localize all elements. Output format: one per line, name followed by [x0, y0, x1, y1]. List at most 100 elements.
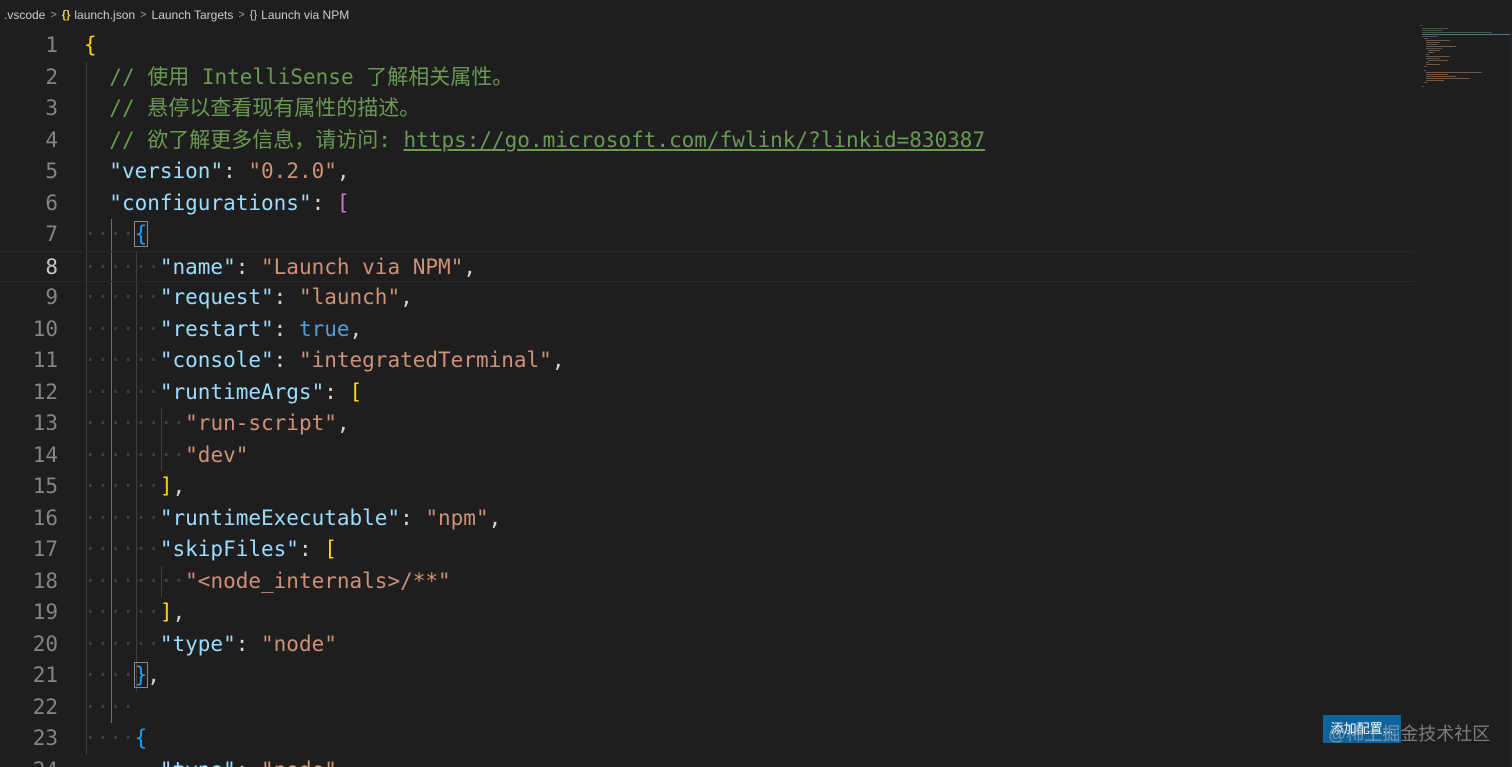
- punctuation: :: [236, 758, 261, 767]
- line-number: 15: [32, 474, 58, 498]
- code-line[interactable]: 3 // 悬停以查看现有属性的描述。: [0, 93, 1415, 125]
- code-line[interactable]: 23 ····{: [0, 723, 1415, 755]
- punctuation: :: [223, 159, 249, 183]
- code-line[interactable]: 11 ······"console": "integratedTerminal",: [0, 345, 1415, 377]
- line-number: 20: [32, 631, 58, 656]
- line-number: 14: [32, 442, 58, 467]
- code-line[interactable]: 21 ····},: [0, 660, 1415, 692]
- code-line[interactable]: 24 ······"type": "node": [0, 755, 1415, 767]
- line-number: 2: [45, 64, 58, 89]
- code-line[interactable]: 6 "configurations": [: [0, 188, 1415, 220]
- code-text: // 使用 IntelliSense 了解相关属性。: [84, 62, 513, 94]
- code-line[interactable]: 12 ······"runtimeArgs": [: [0, 377, 1415, 409]
- code-line[interactable]: 17 ······"skipFiles": [: [0, 534, 1415, 566]
- code-line[interactable]: 5 "version": "0.2.0",: [0, 156, 1415, 188]
- punctuation: ,: [336, 159, 350, 183]
- code-text: ····},: [84, 660, 160, 692]
- comment: // 使用 IntelliSense 了解相关属性。: [109, 64, 514, 89]
- code-text: ······],: [84, 597, 185, 629]
- whitespace-marker: ········: [84, 411, 186, 435]
- code-line[interactable]: 8 ······"name": "Launch via NPM",: [0, 250, 1415, 282]
- comment-link[interactable]: https://go.microsoft.com/fwlink/?linkid=…: [404, 128, 986, 152]
- code-line[interactable]: 18 ········"<node_internals>/**": [0, 566, 1415, 598]
- whitespace-marker: ······: [84, 348, 160, 372]
- json-key: "request": [159, 285, 274, 309]
- json-string: "0.2.0": [248, 159, 337, 183]
- whitespace-marker: [84, 159, 109, 183]
- minimap[interactable]: [1418, 24, 1512, 94]
- json-string: "launch": [298, 285, 401, 309]
- breadcrumb-symbol[interactable]: {} Launch via NPM: [250, 8, 349, 22]
- whitespace-marker: ······: [84, 254, 160, 279]
- whitespace-marker: ······: [84, 505, 160, 530]
- punctuation: ,: [551, 348, 565, 372]
- code-text: ····: [84, 692, 135, 724]
- code-line[interactable]: 13 ········"run-script",: [0, 408, 1415, 440]
- punctuation: :: [324, 379, 350, 404]
- json-string: "integratedTerminal": [298, 348, 552, 372]
- bracket: }: [133, 662, 149, 688]
- punctuation: :: [311, 190, 337, 215]
- minimap-line: [1426, 78, 1470, 79]
- breadcrumb-file[interactable]: {} launch.json: [62, 8, 135, 22]
- whitespace-marker: ······: [84, 474, 160, 498]
- code-text: ····{: [84, 723, 147, 755]
- code-line[interactable]: 4 // 欲了解更多信息，请访问: https://go.microsoft.c…: [0, 125, 1415, 157]
- line-number: 9: [45, 285, 58, 309]
- code-line[interactable]: 20 ······"type": "node": [0, 629, 1415, 661]
- whitespace-marker: ······: [84, 379, 160, 404]
- code-text: ······"type": "node": [84, 755, 337, 767]
- breadcrumb-folder[interactable]: .vscode: [4, 8, 45, 22]
- whitespace-marker: ····: [84, 222, 135, 246]
- code-line[interactable]: 1{: [0, 30, 1415, 62]
- minimap-line: [1424, 38, 1428, 39]
- bracket: [: [336, 190, 350, 215]
- code-text: ······"skipFiles": [: [84, 534, 337, 566]
- punctuation: ,: [172, 474, 186, 498]
- minimap-line: [1424, 70, 1426, 71]
- bracket: ]: [159, 600, 173, 624]
- minimap-line: [1422, 86, 1424, 87]
- minimap-line: [1426, 64, 1440, 65]
- code-text: ········"dev": [84, 440, 248, 472]
- breadcrumb-section-label: Launch Targets: [151, 8, 234, 22]
- line-number: 4: [45, 127, 58, 152]
- punctuation: :: [273, 285, 299, 309]
- punctuation: :: [273, 316, 299, 341]
- punctuation: ,: [400, 285, 413, 309]
- code-text: ······"console": "integratedTerminal",: [84, 345, 564, 377]
- whitespace-marker: [84, 128, 109, 152]
- add-configuration-button[interactable]: 添加配置...: [1323, 715, 1401, 743]
- code-line[interactable]: 10 ······"restart": true,: [0, 314, 1415, 346]
- breadcrumb-separator: >: [238, 9, 245, 21]
- punctuation: :: [235, 631, 262, 656]
- minimap-line: [1422, 30, 1442, 31]
- punctuation: ,: [172, 600, 186, 624]
- comment: // 悬停以查看现有属性的描述。: [109, 96, 421, 120]
- line-number: 7: [45, 222, 58, 246]
- whitespace-marker: ······: [84, 600, 160, 624]
- json-key: "version": [109, 159, 224, 183]
- whitespace-marker: ····: [84, 663, 135, 687]
- punctuation: ,: [349, 316, 363, 341]
- line-number: 23: [32, 726, 58, 750]
- breadcrumb-section[interactable]: Launch Targets: [152, 8, 234, 22]
- code-text: "configurations": [: [84, 188, 350, 220]
- json-boolean: true: [298, 316, 350, 341]
- code-line[interactable]: 15 ······],: [0, 471, 1415, 503]
- code-line[interactable]: 22 ····: [0, 692, 1415, 724]
- code-line[interactable]: 9 ······"request": "launch",: [0, 282, 1415, 314]
- code-line[interactable]: 14 ········"dev": [0, 440, 1415, 472]
- whitespace-marker: [84, 96, 109, 120]
- line-number: 22: [32, 694, 58, 719]
- code-line[interactable]: 7 ····{: [0, 219, 1415, 251]
- code-line[interactable]: 2 // 使用 IntelliSense 了解相关属性。: [0, 62, 1415, 94]
- whitespace-marker: ········: [84, 568, 186, 593]
- code-line[interactable]: 19 ······],: [0, 597, 1415, 629]
- minimap-line: [1428, 60, 1448, 61]
- punctuation: ,: [336, 411, 350, 435]
- code-editor[interactable]: 1{2 // 使用 IntelliSense 了解相关属性。 3 // 悬停以查看…: [0, 30, 1512, 767]
- code-line[interactable]: 16 ······"runtimeExecutable": "npm",: [0, 503, 1415, 535]
- minimap-line: [1426, 42, 1440, 43]
- minimap-line: [1426, 40, 1450, 41]
